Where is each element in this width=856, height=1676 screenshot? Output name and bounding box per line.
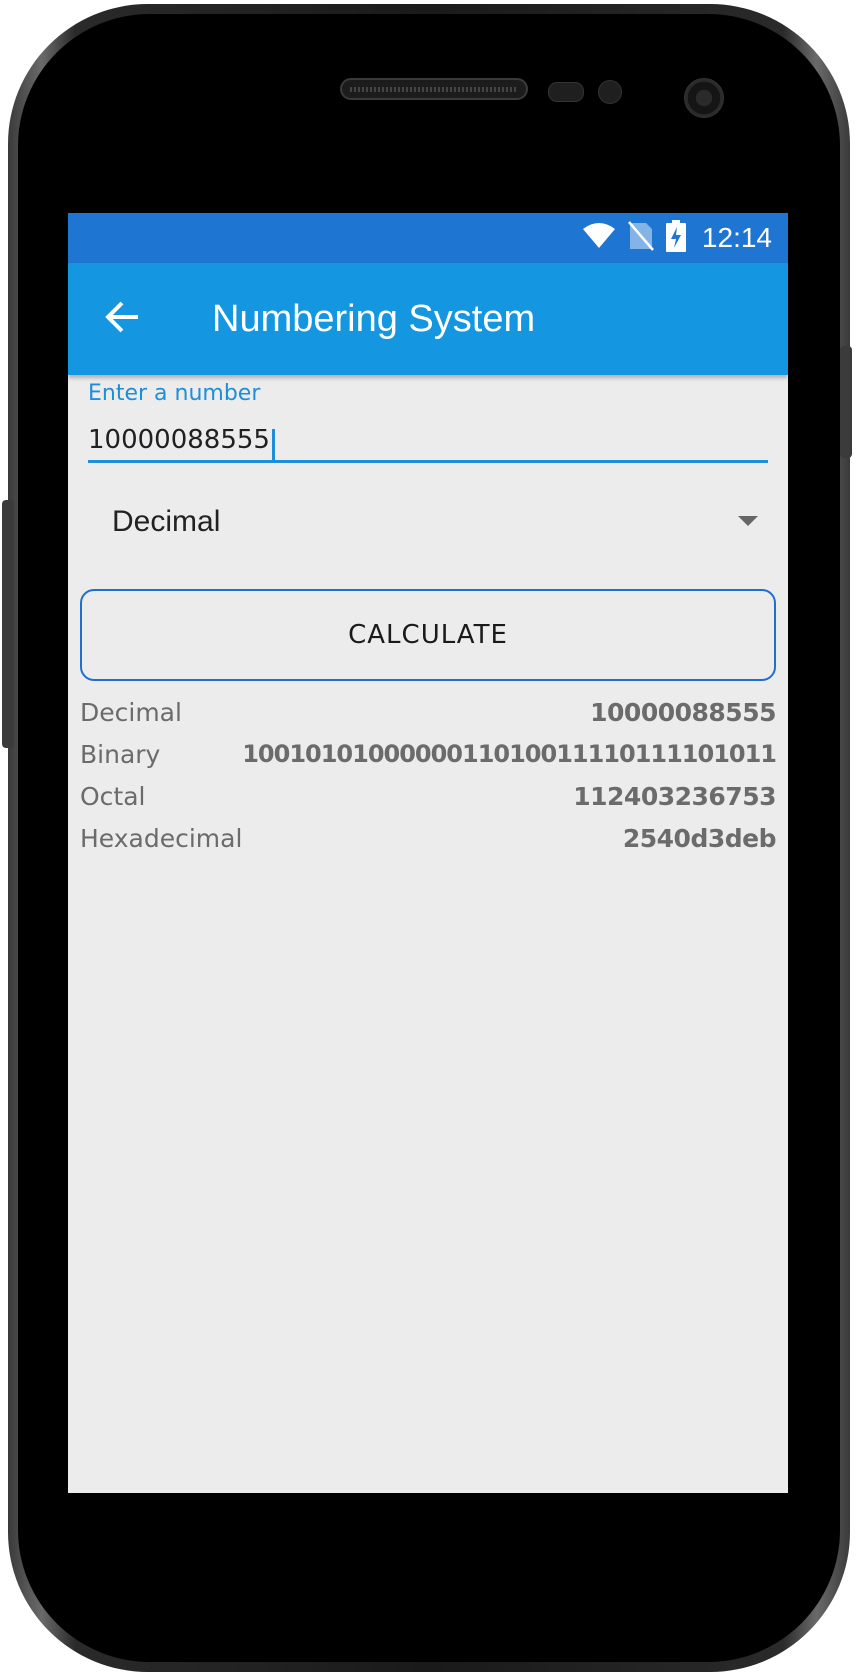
app-bar: Numbering System — [68, 263, 788, 375]
result-label: Binary — [80, 739, 161, 769]
status-time: 12:14 — [701, 222, 772, 253]
number-input[interactable] — [88, 419, 768, 463]
result-row-octal: Octal 112403236753 — [80, 775, 776, 817]
result-value: 2540d3deb — [622, 823, 777, 853]
volume-button — [2, 500, 14, 748]
result-label: Octal — [80, 781, 146, 811]
arrow-left-icon — [104, 299, 140, 340]
result-value: 10000088555 — [590, 697, 776, 727]
page-title: Numbering System — [212, 298, 536, 340]
light-sensor — [598, 80, 622, 104]
front-camera — [684, 78, 724, 118]
result-row-binary: Binary 100101010000001101001111011110101… — [80, 733, 777, 775]
app-screen: 12:14 Numbering System Enter a number De… — [68, 213, 788, 1493]
result-label: Decimal — [80, 697, 182, 727]
calculate-button[interactable]: CALCULATE — [80, 589, 776, 681]
base-select[interactable]: Decimal — [88, 485, 768, 557]
result-value: 1001010100000011010011110111101011 — [242, 740, 777, 768]
result-value: 112403236753 — [573, 781, 776, 811]
results-list: Decimal 10000088555 Binary 1001010100000… — [80, 691, 777, 859]
back-button[interactable] — [96, 293, 148, 345]
text-cursor — [272, 429, 275, 463]
no-sim-icon — [627, 220, 654, 256]
earpiece-speaker — [340, 78, 528, 100]
proximity-sensor — [548, 82, 584, 102]
number-input-label: Enter a number — [88, 381, 261, 406]
base-select-value: Decimal — [112, 505, 221, 538]
result-label: Hexadecimal — [80, 823, 243, 853]
result-row-hexadecimal: Hexadecimal 2540d3deb — [80, 817, 777, 859]
wifi-icon — [582, 222, 616, 254]
power-button — [840, 346, 852, 458]
result-row-decimal: Decimal 10000088555 — [80, 691, 776, 733]
dropdown-arrow-icon — [738, 516, 758, 526]
status-bar: 12:14 — [68, 213, 788, 263]
battery-charging-icon — [665, 219, 686, 257]
